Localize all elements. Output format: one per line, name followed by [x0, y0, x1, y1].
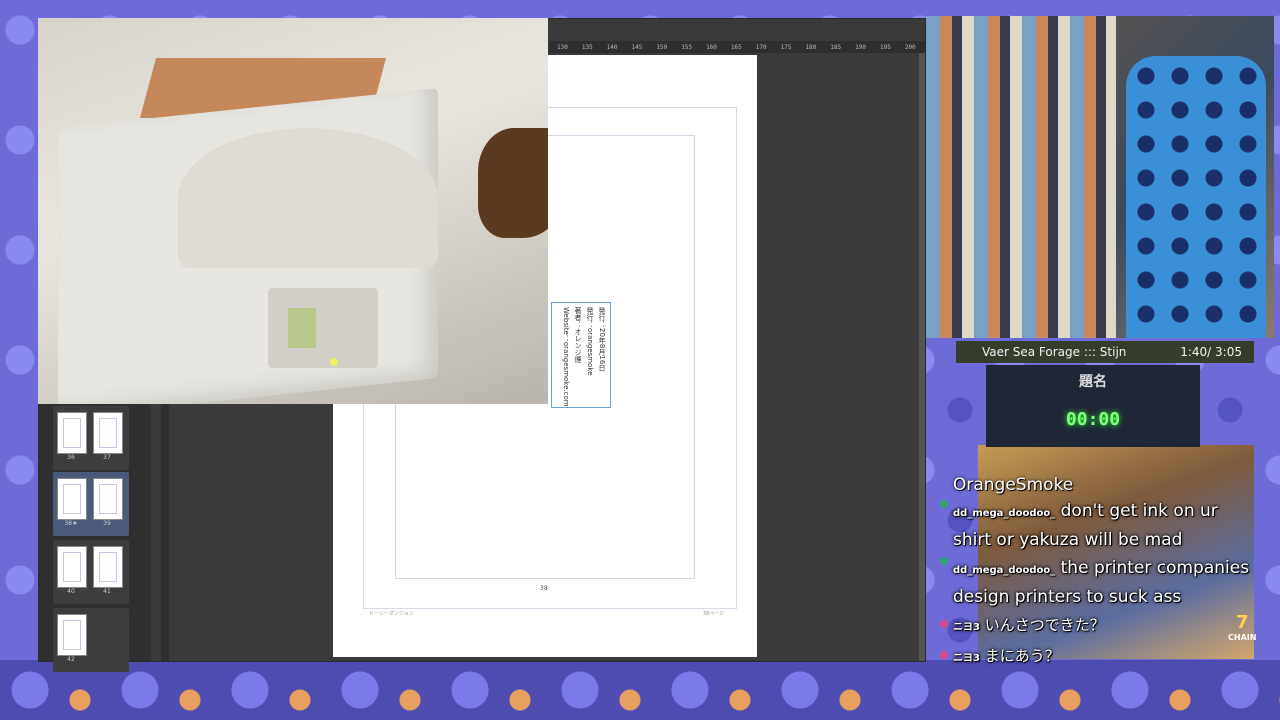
- ruler-tick: 140: [606, 43, 618, 51]
- printer-lcd: [288, 308, 316, 348]
- ruler-tick: 175: [780, 43, 792, 51]
- ruler-tick: 150: [656, 43, 668, 51]
- page-thumb-row[interactable]: 42: [53, 608, 129, 672]
- page-thumb-label: 39: [103, 520, 111, 527]
- ruler-tick: 185: [830, 43, 842, 51]
- page-thumb-label: 41: [103, 588, 111, 595]
- cloth: [478, 128, 548, 238]
- page-thumb[interactable]: [57, 614, 87, 656]
- ruler-tick: 130: [557, 43, 568, 51]
- now-playing-bar: Vaer Sea Forage ::: Stijn 1:40/ 3:05: [956, 341, 1254, 363]
- page-thumb-label: 37: [103, 454, 111, 461]
- page-thumb-label: 40: [67, 588, 75, 595]
- page-thumb[interactable]: [93, 412, 123, 454]
- ruler-tick: 190: [855, 43, 866, 51]
- vertical-ruler: [161, 404, 169, 661]
- song-title: Vaer Sea Forage ::: Stijn: [982, 345, 1127, 359]
- printer-led: [330, 358, 338, 366]
- imprint-line: 発行：20年8月16日: [598, 307, 606, 372]
- ruler-tick: 135: [581, 43, 593, 51]
- page-thumb-label: 42: [67, 656, 75, 663]
- timer-title: 題名: [1079, 374, 1107, 390]
- printer-webcam-feed: [38, 18, 548, 404]
- page-thumb[interactable]: [57, 478, 87, 520]
- streamer-webcam-feed: [926, 16, 1274, 338]
- printer-control-panel: [268, 288, 378, 368]
- page-list-panel: 36 37 38★ 39 40 41 42: [39, 404, 151, 672]
- ruler-tick: 155: [681, 43, 693, 51]
- chat-badge-icon: [940, 500, 948, 508]
- footer-left: ドーシーダンジョン: [369, 611, 414, 617]
- chat-username: ニヨ3: [953, 622, 980, 633]
- page-thumb-label: 38★: [64, 520, 78, 527]
- chat-message: dd_mega_doodoo_ don't get ink on ur shir…: [940, 498, 1254, 553]
- page-thumb-row[interactable]: 40 41: [53, 540, 129, 604]
- chat-text: まにあう？: [984, 647, 1060, 665]
- timer-value: 00:00: [1065, 409, 1121, 430]
- bookshelf: [926, 16, 1116, 338]
- footer-right: 38ページ: [703, 611, 725, 617]
- chat-badge-icon: [940, 620, 948, 628]
- imprint-text-box[interactable]: 発行：20年8月16日 発行：orangesmoke 著者：オレンジ煙 Webs…: [551, 302, 611, 408]
- page-thumb[interactable]: [57, 546, 87, 588]
- ruler-tick: 165: [730, 43, 742, 51]
- imprint-line: Website：orangesmoke.com: [562, 307, 570, 407]
- chat-badge-icon: [940, 557, 948, 565]
- ruler-tick: 145: [631, 43, 643, 51]
- streamer-figure: [1126, 56, 1266, 338]
- page-thumb[interactable]: [93, 546, 123, 588]
- page-thumb[interactable]: [57, 412, 87, 454]
- ruler-tick: 200: [904, 43, 916, 51]
- horizontal-ruler: 130 135 140 145 150 155 160 165 170 175 180 185 190 1…: [549, 41, 1065, 53]
- printer-output-tray: [178, 128, 438, 268]
- chat-message: ニヨ3 まにあう？: [940, 643, 1254, 672]
- chat-text: いんさつできた？: [984, 616, 1105, 634]
- imprint-line: 著者：オレンジ煙: [574, 307, 582, 363]
- ruler-tick: 180: [805, 43, 817, 51]
- page-thumb-row-selected[interactable]: 38★ 39: [53, 472, 129, 536]
- chat-message: ニヨ3 いんさつできた？: [940, 612, 1254, 641]
- chat-message: dd_mega_doodoo_ the printer companies de…: [940, 555, 1254, 610]
- page-thumb-label: 36: [67, 454, 75, 461]
- vertical-scrollbar[interactable]: [919, 53, 925, 661]
- page-thumb-row[interactable]: 36 37: [53, 406, 129, 470]
- page-thumb[interactable]: [93, 478, 123, 520]
- chat-username: dd_mega_doodoo_: [953, 508, 1056, 519]
- ruler-tick: 195: [879, 43, 891, 51]
- chat-username: ニヨ3: [953, 653, 980, 664]
- chat-channel-name: OrangeSmoke: [953, 475, 1074, 495]
- ruler-tick: 160: [706, 43, 717, 51]
- timer-panel: 題名 00:00: [986, 365, 1200, 447]
- imprint-line: 発行：orangesmoke: [586, 307, 594, 376]
- ruler-tick: 170: [755, 43, 767, 51]
- chat-username: dd_mega_doodoo_: [953, 565, 1056, 576]
- song-time: 1:40/ 3:05: [1180, 345, 1242, 359]
- chat-overlay: OrangeSmoke dd_mega_doodoo_ don't get in…: [940, 472, 1254, 674]
- chat-badge-icon: [940, 651, 948, 659]
- page-number: 38: [540, 585, 548, 592]
